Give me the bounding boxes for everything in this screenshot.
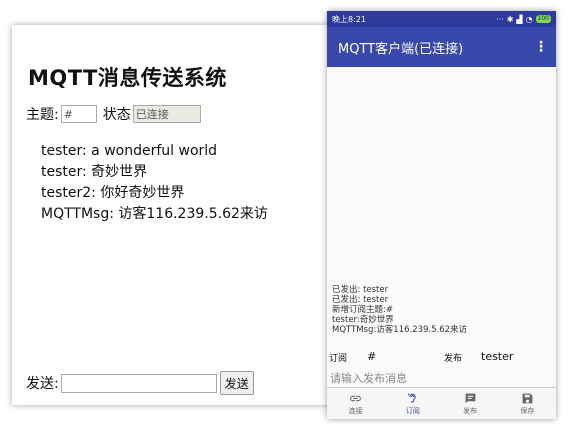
app-bar: MQTT客户端(已连接) ⋮ — [327, 27, 556, 67]
nav-label: 保存 — [520, 406, 535, 415]
message-item: MQTTMsg: 访客116.239.5.62来访 — [41, 206, 268, 222]
bluetooth-icon: ✱ — [506, 14, 514, 24]
publish-message-input[interactable]: 请输入发布消息 — [330, 370, 407, 386]
phone-screen: 晚上8:21 ··· ✱ ▟ ◔ 100 MQTT客户端(已连接) ⋮ 已发出:… — [327, 11, 556, 419]
status-icons: ··· ✱ ▟ ◔ 100 — [496, 15, 551, 24]
app-title: MQTT客户端(已连接) — [338, 41, 464, 57]
send-row: 发送: 发送 — [26, 371, 254, 395]
publish-message-row: 请输入发布消息 — [327, 367, 556, 388]
message-icon — [465, 393, 475, 403]
status-time: 晚上8:21 — [332, 14, 366, 24]
log-line: tester:奇妙世界 — [332, 315, 394, 325]
bottom-nav: 连接 订阅 发布 保存 — [327, 388, 556, 419]
publish-topic-input[interactable]: tester — [481, 350, 513, 363]
status-bar: 晚上8:21 ··· ✱ ▟ ◔ 100 — [327, 11, 556, 27]
subscribe-topic-input[interactable]: # — [367, 350, 376, 363]
message-list: tester: a wonderful world tester: 奇妙世界 t… — [41, 141, 268, 225]
battery-icon: 100 — [535, 15, 551, 23]
status-field: 已连接 — [132, 105, 201, 123]
nav-label: 发布 — [463, 406, 478, 415]
send-input[interactable] — [60, 373, 217, 393]
publish-label: 发布 — [444, 354, 463, 364]
message-item: tester2: 你好奇妙世界 — [41, 185, 185, 201]
more-menu-icon[interactable]: ⋮ — [534, 39, 548, 55]
nav-label: 订阅 — [405, 406, 420, 415]
dots-icon: ··· — [496, 14, 504, 24]
nav-publish[interactable]: 发布 — [442, 388, 499, 419]
link-icon — [350, 395, 362, 401]
save-icon — [522, 393, 533, 403]
topic-status-row: 主题: # 状态 已连接 — [26, 104, 201, 124]
log-line: MQTTMsg:访客116.239.5.62来访 — [332, 325, 468, 335]
topic-label: 主题: — [26, 107, 59, 123]
status-label: 状态 — [102, 107, 131, 123]
send-label: 发送: — [26, 376, 59, 392]
message-item: tester: a wonderful world — [41, 143, 218, 159]
subscribe-label: 订阅 — [329, 354, 348, 364]
web-page-panel: MQTT消息传送系统 主题: # 状态 已连接 tester: a wonder… — [12, 25, 334, 405]
nav-subscribe[interactable]: 订阅 — [384, 388, 441, 419]
nav-save[interactable]: 保存 — [499, 388, 556, 419]
log-line: 新增订阅主题:# — [332, 305, 393, 315]
send-button[interactable]: 发送 — [219, 371, 254, 395]
topic-input[interactable]: # — [60, 105, 97, 123]
log-line: 已发出: tester — [332, 285, 389, 295]
wifi-icon: ◔ — [525, 14, 533, 24]
page-title: MQTT消息传送系统 — [28, 66, 227, 90]
signal-icon: ▟ — [516, 14, 523, 24]
message-log: 已发出: tester 已发出: tester 新增订阅主题:# tester:… — [332, 285, 467, 335]
nav-connect[interactable]: 连接 — [327, 388, 384, 419]
message-item: tester: 奇妙世界 — [41, 164, 148, 180]
log-line: 已发出: tester — [332, 295, 389, 305]
nav-label: 连接 — [348, 406, 363, 415]
ear-icon — [408, 392, 417, 403]
subscribe-publish-row: 订阅 # 发布 tester — [327, 349, 556, 367]
